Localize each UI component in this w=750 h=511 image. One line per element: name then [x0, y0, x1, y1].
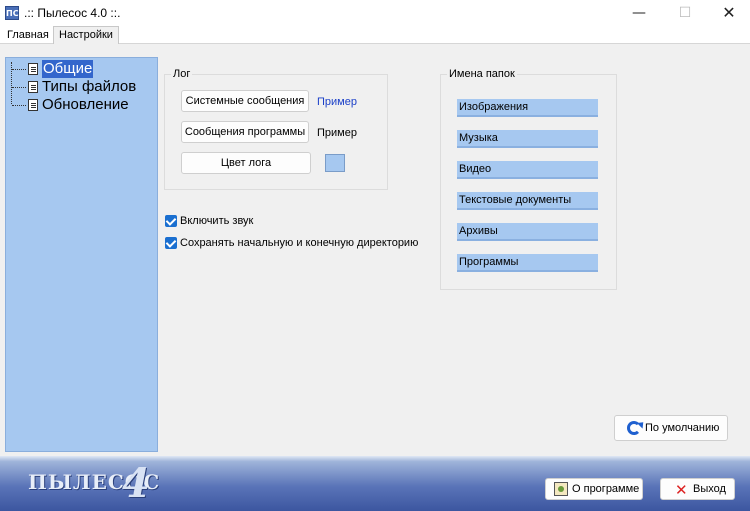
settings-tree[interactable]: Общие Типы файлов Обновление	[5, 57, 158, 452]
app-logo-version: 4	[122, 460, 150, 507]
about-icon	[554, 482, 568, 496]
tab-strip: Главная Настройки	[0, 26, 750, 45]
folder-music-field[interactable]: Музыка	[457, 130, 598, 148]
log-color-button[interactable]: Цвет лога	[181, 152, 311, 174]
tab-settings[interactable]: Настройки	[53, 26, 119, 45]
checkbox-checked-icon	[165, 237, 177, 249]
checkbox-checked-icon	[165, 215, 177, 227]
log-color-swatch[interactable]	[325, 154, 345, 172]
folder-images-field[interactable]: Изображения	[457, 99, 598, 117]
folder-documents-field[interactable]: Текстовые документы	[457, 192, 598, 210]
settings-panel: Общие Типы файлов Обновление Лог Системн…	[0, 44, 750, 456]
tree-branch	[12, 87, 26, 88]
title-bar: ПС .:: Пылесос 4.0 ::. — ☐ ✕	[0, 0, 750, 26]
folder-names-group: Имена папок Изображения Музыка Видео Тек…	[440, 68, 617, 290]
save-dirs-label: Сохранять начальную и конечную директори…	[180, 237, 419, 249]
restore-defaults-label: По умолчанию	[645, 422, 720, 434]
bottom-bar: ПЫЛЕСОС 4 О программе ✕ Выход	[0, 456, 750, 511]
folder-names-title: Имена папок	[447, 68, 517, 80]
maximize-button[interactable]: ☐	[662, 0, 708, 26]
folder-programs-field[interactable]: Программы	[457, 254, 598, 272]
tree-branch	[12, 105, 26, 106]
exit-button-label: Выход	[693, 483, 726, 495]
app-icon: ПС	[5, 6, 19, 20]
close-button[interactable]: ✕	[706, 0, 750, 26]
window-title: .:: Пылесос 4.0 ::.	[24, 6, 121, 20]
exit-icon: ✕	[675, 481, 688, 499]
restore-defaults-button[interactable]: По умолчанию	[614, 415, 728, 441]
minimize-button[interactable]: —	[616, 0, 662, 26]
program-messages-button[interactable]: Сообщения программы	[181, 121, 309, 143]
program-messages-sample: Пример	[317, 127, 357, 139]
folder-archives-field[interactable]: Архивы	[457, 223, 598, 241]
log-group-title: Лог	[171, 68, 193, 80]
tree-item-label: Общие	[42, 60, 94, 78]
exit-button[interactable]: ✕ Выход	[660, 478, 735, 500]
tab-main[interactable]: Главная	[2, 27, 54, 44]
system-messages-sample: Пример	[317, 96, 357, 108]
enable-sound-checkbox[interactable]: Включить звук	[165, 214, 425, 228]
system-messages-button[interactable]: Системные сообщения	[181, 90, 309, 112]
about-button[interactable]: О программе	[545, 478, 643, 500]
document-icon	[28, 99, 38, 111]
tree-branch	[12, 69, 26, 70]
tree-item-label: Обновление	[42, 96, 129, 113]
document-icon	[28, 63, 38, 75]
document-icon	[28, 81, 38, 93]
save-dirs-checkbox[interactable]: Сохранять начальную и конечную директори…	[165, 236, 425, 250]
tree-item-general[interactable]: Общие	[8, 60, 156, 78]
about-button-label: О программе	[572, 483, 640, 495]
log-group: Лог Системные сообщения Пример Сообщения…	[164, 68, 388, 190]
tree-item-update[interactable]: Обновление	[8, 96, 156, 114]
refresh-icon	[627, 421, 641, 435]
tree-item-label: Типы файлов	[42, 78, 137, 95]
folder-video-field[interactable]: Видео	[457, 161, 598, 179]
tree-item-file-types[interactable]: Типы файлов	[8, 78, 156, 96]
enable-sound-label: Включить звук	[180, 215, 254, 227]
